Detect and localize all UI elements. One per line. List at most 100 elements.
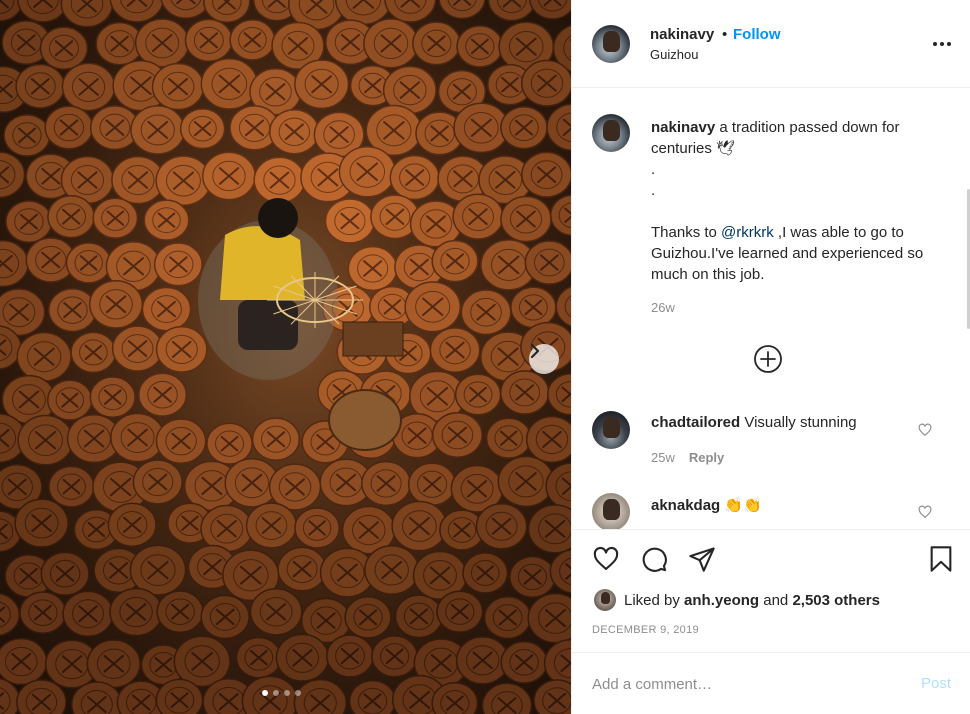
cage [109, 587, 163, 637]
cage [155, 418, 207, 465]
bamboo-cages-image [0, 0, 571, 714]
cage [431, 412, 483, 458]
cage [326, 634, 375, 678]
comment-timestamp[interactable]: 25w [651, 450, 675, 465]
cage [527, 504, 571, 554]
add-comment-bar: Post [572, 652, 970, 714]
post-sidebar: nakinavy • Follow Guizhou nakinavy a tra… [571, 0, 970, 714]
carousel-indicator [262, 690, 301, 696]
cage [509, 555, 556, 599]
post-header: nakinavy • Follow Guizhou [572, 0, 970, 88]
commenter-avatar[interactable] [592, 411, 630, 449]
cage [521, 59, 571, 107]
reply-button[interactable]: Reply [689, 450, 724, 465]
cage [371, 635, 419, 678]
add-comment-input[interactable] [592, 672, 892, 696]
cage [70, 331, 117, 374]
comments-section[interactable]: nakinavy a tradition passed down for cen… [572, 89, 970, 529]
cage [206, 422, 253, 465]
cage [48, 288, 97, 333]
next-slide-button[interactable] [529, 344, 559, 374]
carousel-dot [295, 690, 301, 696]
cage [17, 0, 69, 23]
cage [138, 372, 188, 417]
cage [200, 504, 254, 553]
comment-icon[interactable] [640, 545, 668, 573]
cage [431, 239, 479, 283]
caption-username[interactable]: nakinavy [651, 119, 715, 136]
cage [0, 593, 21, 637]
cage [528, 0, 571, 20]
cage [200, 594, 250, 640]
comment-username[interactable]: aknakdag [651, 497, 720, 514]
cage [65, 242, 112, 284]
cage [500, 640, 548, 684]
cage [338, 145, 396, 198]
cage [277, 546, 327, 592]
cage [202, 151, 256, 201]
cage [497, 455, 555, 508]
separator-bullet: • [722, 26, 728, 43]
carousel-dot [262, 690, 268, 696]
caption-timestamp[interactable]: 26w [651, 300, 675, 315]
comment-like-heart-icon[interactable] [918, 505, 932, 519]
cage [524, 240, 571, 285]
send-icon[interactable] [688, 545, 716, 573]
likes-middle: and [763, 591, 789, 609]
cage [89, 376, 136, 419]
cage [407, 462, 457, 507]
post-comment-button[interactable]: Post [921, 675, 951, 692]
cage [364, 545, 420, 595]
post-date[interactable]: DECEMBER 9, 2019 [592, 624, 699, 636]
cage [130, 105, 186, 155]
follow-button[interactable]: Follow [733, 26, 781, 43]
cage [129, 544, 187, 596]
comment-username[interactable]: chadtailored [651, 414, 740, 431]
cage [389, 154, 440, 201]
liker-avatar[interactable] [594, 589, 616, 611]
cage [132, 459, 183, 505]
author-avatar[interactable] [592, 25, 630, 63]
mention-link[interactable]: @rkrkrk [721, 224, 774, 241]
cage [156, 590, 204, 634]
comment-like-heart-icon[interactable] [918, 423, 932, 437]
caption-dot: . [651, 182, 656, 199]
post-photo[interactable] [0, 0, 571, 714]
cage [436, 590, 484, 633]
author-username[interactable]: nakinavy [650, 26, 714, 43]
cage [89, 279, 144, 329]
cage [141, 286, 192, 332]
cage [134, 18, 190, 68]
cage [107, 502, 157, 547]
cage [15, 63, 66, 109]
bookmark-icon[interactable] [927, 545, 955, 573]
liker-username[interactable]: anh.yeong [684, 592, 759, 609]
cage [438, 0, 486, 20]
chevron-right-icon [530, 344, 540, 358]
cage [460, 289, 512, 336]
cage [324, 198, 376, 244]
cage [429, 327, 481, 373]
cage [347, 245, 398, 292]
cage [251, 417, 301, 461]
heart-icon[interactable] [592, 545, 620, 573]
cage [44, 105, 94, 150]
caption-avatar[interactable] [592, 114, 630, 152]
cage [229, 19, 276, 61]
cage [111, 325, 164, 372]
cage [253, 156, 306, 204]
cage [92, 197, 139, 239]
cage [510, 286, 557, 329]
cage [39, 26, 89, 71]
commenter-avatar[interactable] [592, 493, 630, 529]
caption-thanks-prefix: Thanks to [651, 224, 722, 241]
post-location[interactable]: Guizhou [650, 47, 698, 62]
cage [48, 465, 95, 508]
likes-others-link[interactable]: 2,503 others [792, 592, 880, 609]
more-options-icon[interactable] [933, 36, 953, 52]
load-more-comments-icon[interactable] [753, 344, 783, 374]
likes-prefix: Liked by [624, 591, 680, 609]
cage [500, 370, 550, 415]
weaver-figure [198, 198, 404, 451]
cage [245, 502, 298, 549]
